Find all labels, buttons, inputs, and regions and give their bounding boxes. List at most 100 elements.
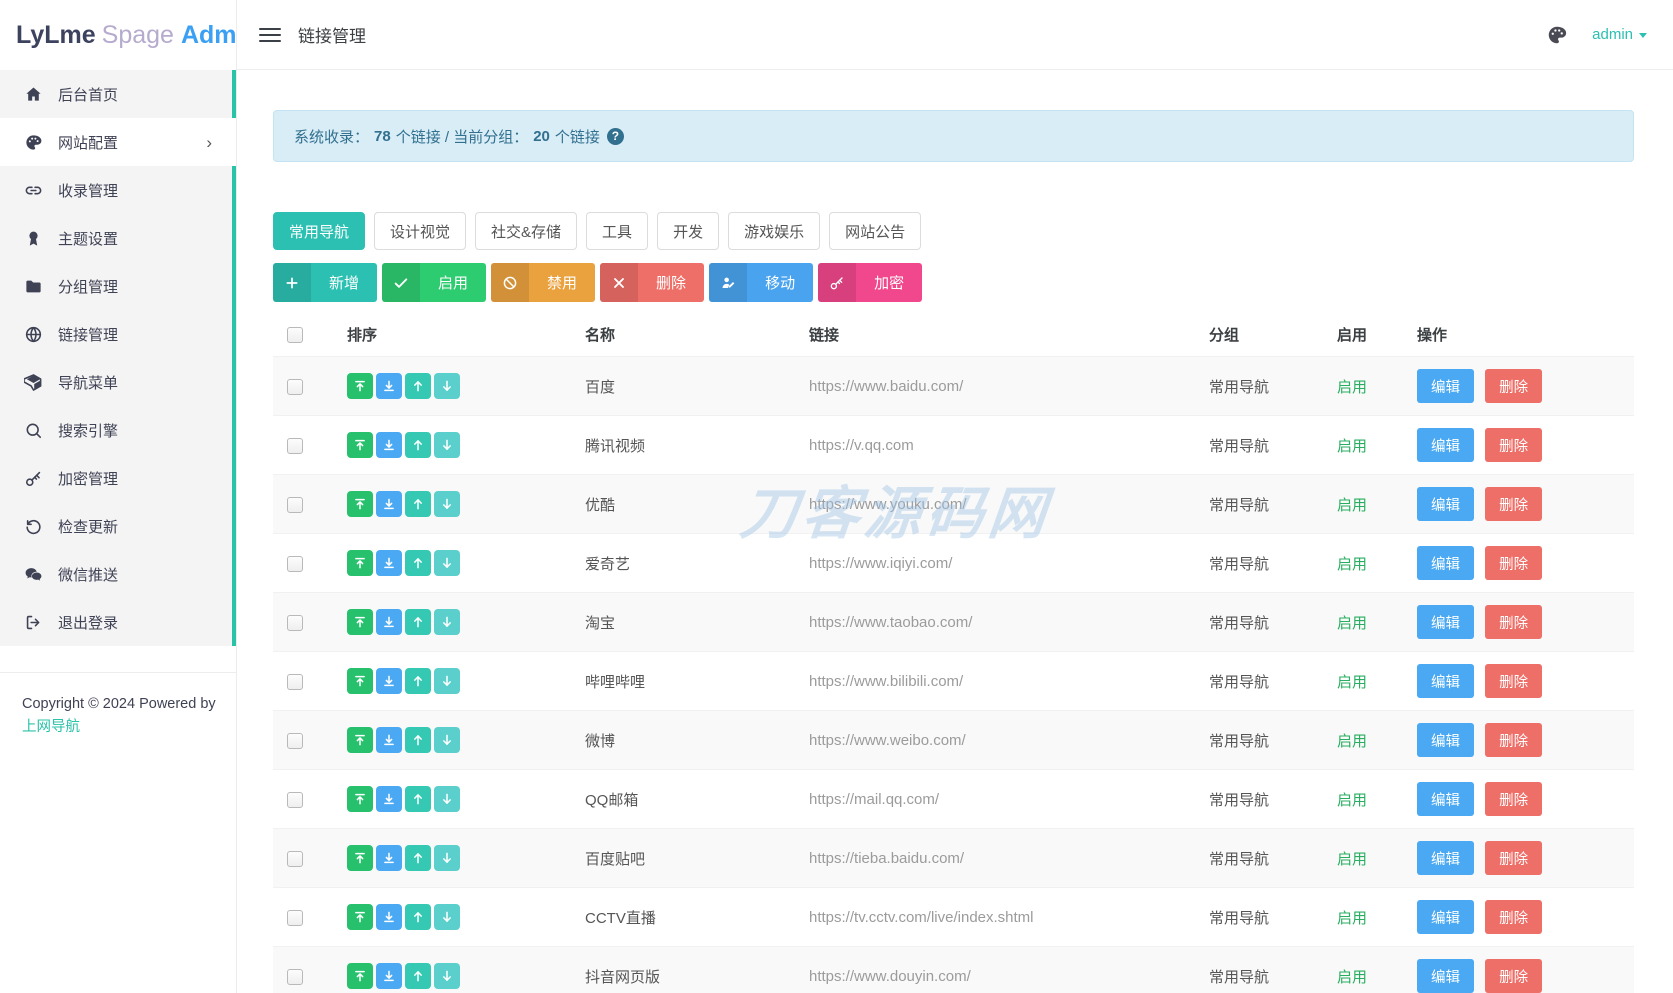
- sort-bottom-button[interactable]: [376, 491, 402, 517]
- select-all-checkbox[interactable]: [287, 327, 303, 344]
- sidebar-item-award[interactable]: 主题设置: [0, 214, 236, 262]
- sort-up-button[interactable]: [405, 373, 431, 399]
- sidebar-item-folder[interactable]: 分组管理: [0, 262, 236, 310]
- edit-button[interactable]: 编辑: [1417, 782, 1474, 816]
- row-checkbox[interactable]: [287, 555, 303, 572]
- sort-bottom-button[interactable]: [376, 373, 402, 399]
- sort-down-button[interactable]: [434, 904, 460, 930]
- sidebar-item-logout[interactable]: 退出登录: [0, 598, 236, 646]
- sort-down-button[interactable]: [434, 432, 460, 458]
- copyright-link[interactable]: 上网导航: [22, 719, 80, 735]
- sort-bottom-button[interactable]: [376, 550, 402, 576]
- edit-button[interactable]: 编辑: [1417, 546, 1474, 580]
- sort-down-button[interactable]: [434, 668, 460, 694]
- sort-top-button[interactable]: [347, 727, 373, 753]
- row-checkbox[interactable]: [287, 437, 303, 454]
- sort-bottom-button[interactable]: [376, 845, 402, 871]
- sort-top-button[interactable]: [347, 786, 373, 812]
- sort-top-button[interactable]: [347, 845, 373, 871]
- sidebar-item-wechat[interactable]: 微信推送: [0, 550, 236, 598]
- row-checkbox[interactable]: [287, 850, 303, 867]
- sort-up-button[interactable]: [405, 432, 431, 458]
- sort-top-button[interactable]: [347, 609, 373, 635]
- delete-button[interactable]: 删除: [1485, 605, 1543, 639]
- edit-button[interactable]: 编辑: [1417, 428, 1474, 462]
- theme-palette-icon[interactable]: [1546, 24, 1568, 46]
- delete-button[interactable]: 删除: [1485, 369, 1543, 403]
- sort-bottom-button[interactable]: [376, 668, 402, 694]
- sort-up-button[interactable]: [405, 727, 431, 753]
- sort-down-button[interactable]: [434, 491, 460, 517]
- tab-社交&存储[interactable]: 社交&存储: [475, 212, 578, 250]
- sort-up-button[interactable]: [405, 668, 431, 694]
- edit-button[interactable]: 编辑: [1417, 723, 1474, 757]
- tab-常用导航[interactable]: 常用导航: [273, 212, 366, 250]
- tab-工具[interactable]: 工具: [586, 212, 649, 250]
- sort-down-button[interactable]: [434, 609, 460, 635]
- tab-网站公告[interactable]: 网站公告: [829, 212, 922, 250]
- sort-up-button[interactable]: [405, 845, 431, 871]
- edit-button[interactable]: 编辑: [1417, 900, 1474, 934]
- times-action-button[interactable]: 删除: [600, 263, 705, 302]
- help-icon[interactable]: ?: [606, 127, 624, 145]
- sort-bottom-button[interactable]: [376, 727, 402, 753]
- delete-button[interactable]: 删除: [1485, 428, 1543, 462]
- sort-top-button[interactable]: [347, 491, 373, 517]
- sidebar-item-globe[interactable]: 链接管理: [0, 310, 236, 358]
- edit-button[interactable]: 编辑: [1417, 841, 1474, 875]
- sort-up-button[interactable]: [405, 609, 431, 635]
- sort-top-button[interactable]: [347, 432, 373, 458]
- delete-button[interactable]: 删除: [1485, 782, 1543, 816]
- row-checkbox[interactable]: [287, 968, 303, 985]
- row-checkbox[interactable]: [287, 378, 303, 395]
- menu-toggle-icon[interactable]: [259, 27, 281, 42]
- sort-up-button[interactable]: [405, 491, 431, 517]
- sort-top-button[interactable]: [347, 668, 373, 694]
- row-checkbox[interactable]: [287, 614, 303, 631]
- sort-top-button[interactable]: [347, 550, 373, 576]
- sort-top-button[interactable]: [347, 904, 373, 930]
- sort-up-button[interactable]: [405, 904, 431, 930]
- sort-up-button[interactable]: [405, 550, 431, 576]
- sort-down-button[interactable]: [434, 373, 460, 399]
- sort-down-button[interactable]: [434, 845, 460, 871]
- delete-button[interactable]: 删除: [1485, 900, 1543, 934]
- tab-开发[interactable]: 开发: [657, 212, 720, 250]
- edit-button[interactable]: 编辑: [1417, 369, 1474, 403]
- row-checkbox[interactable]: [287, 673, 303, 690]
- sidebar-item-box[interactable]: 导航菜单: [0, 358, 236, 406]
- tab-设计视觉[interactable]: 设计视觉: [374, 212, 467, 250]
- user-action-button[interactable]: 移动: [709, 263, 814, 302]
- delete-button[interactable]: 删除: [1485, 546, 1543, 580]
- sort-down-button[interactable]: [434, 786, 460, 812]
- tab-游戏娱乐[interactable]: 游戏娱乐: [728, 212, 821, 250]
- edit-button[interactable]: 编辑: [1417, 664, 1474, 698]
- row-checkbox[interactable]: [287, 909, 303, 926]
- sort-up-button[interactable]: [405, 786, 431, 812]
- row-checkbox[interactable]: [287, 791, 303, 808]
- sidebar-item-palette[interactable]: 网站配置 ›: [0, 118, 236, 166]
- delete-button[interactable]: 删除: [1485, 664, 1543, 698]
- sidebar-item-link[interactable]: 收录管理: [0, 166, 236, 214]
- ban-action-button[interactable]: 禁用: [491, 263, 596, 302]
- sort-down-button[interactable]: [434, 550, 460, 576]
- edit-button[interactable]: 编辑: [1417, 959, 1474, 993]
- sidebar-item-home[interactable]: 后台首页: [0, 70, 236, 118]
- check-action-button[interactable]: 启用: [382, 263, 487, 302]
- sidebar-item-refresh[interactable]: 检查更新: [0, 502, 236, 550]
- row-checkbox[interactable]: [287, 732, 303, 749]
- delete-button[interactable]: 删除: [1485, 959, 1543, 993]
- sidebar-item-key[interactable]: 加密管理: [0, 454, 236, 502]
- edit-button[interactable]: 编辑: [1417, 605, 1474, 639]
- sort-bottom-button[interactable]: [376, 904, 402, 930]
- row-checkbox[interactable]: [287, 496, 303, 513]
- sort-top-button[interactable]: [347, 963, 373, 990]
- sort-bottom-button[interactable]: [376, 432, 402, 458]
- sidebar-item-search[interactable]: 搜索引擎: [0, 406, 236, 454]
- delete-button[interactable]: 删除: [1485, 723, 1543, 757]
- sort-down-button[interactable]: [434, 727, 460, 753]
- delete-button[interactable]: 删除: [1485, 841, 1543, 875]
- sort-up-button[interactable]: [405, 963, 431, 990]
- sort-bottom-button[interactable]: [376, 963, 402, 990]
- user-dropdown[interactable]: admin: [1592, 26, 1647, 43]
